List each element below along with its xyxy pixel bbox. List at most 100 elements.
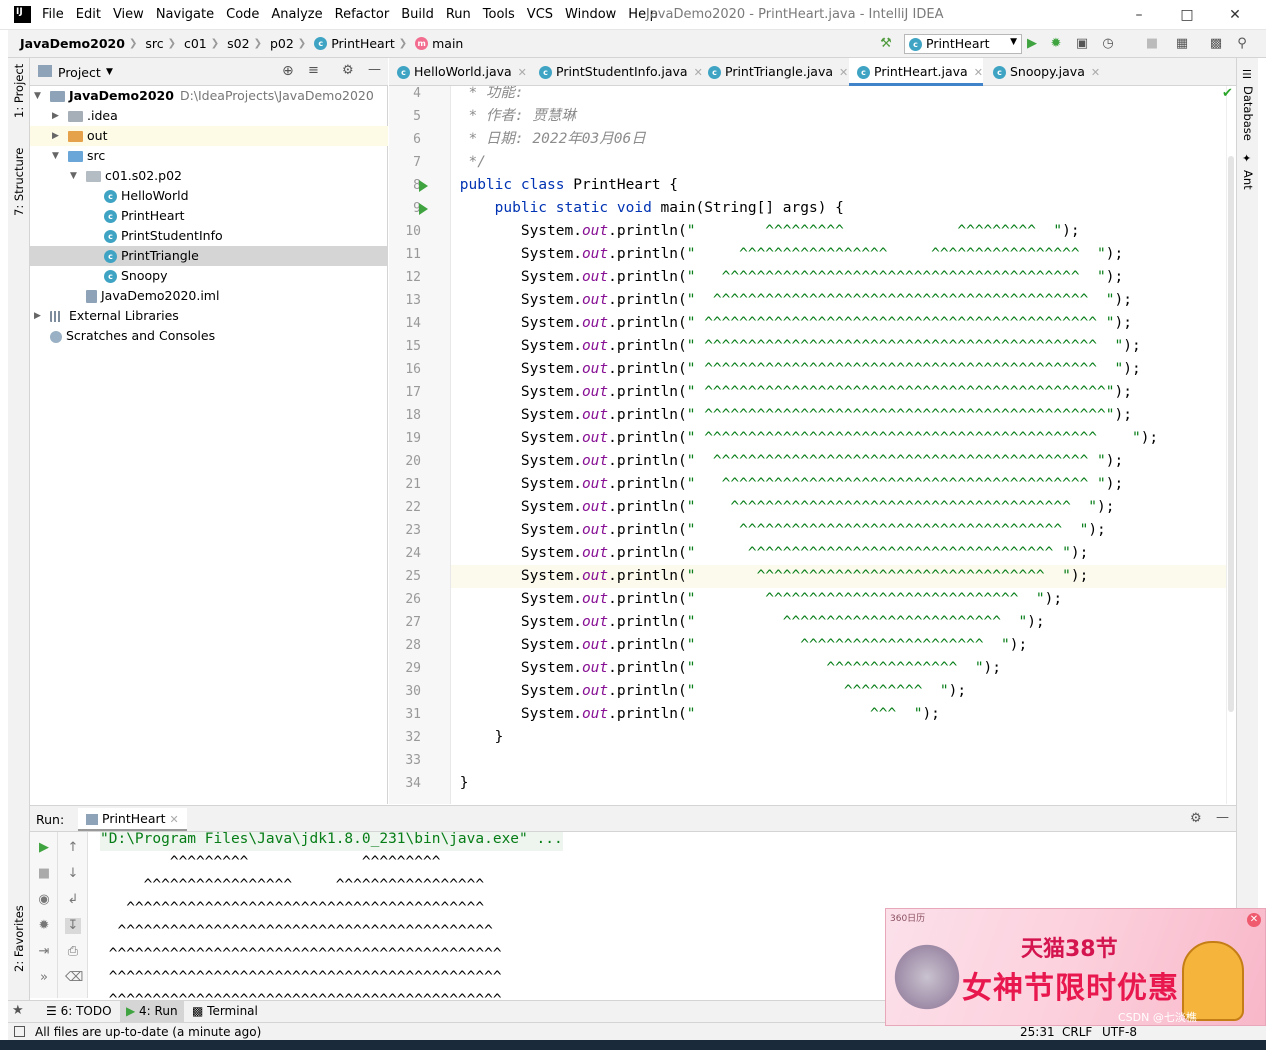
chevron-right-icon[interactable]: ▶ bbox=[34, 306, 41, 326]
menu-build[interactable]: Build bbox=[401, 7, 434, 22]
tree-item-javademo2020[interactable]: ▼ JavaDemo2020 D:\IdeaProjects\JavaDemo202… bbox=[30, 86, 388, 106]
maximize-icon[interactable]: □ bbox=[1164, 4, 1210, 26]
collapse-all-icon[interactable]: ≡ bbox=[308, 63, 319, 78]
tree-item-printstudentinfo[interactable]: c PrintStudentInfo bbox=[30, 226, 388, 246]
tree-item--idea[interactable]: ▶ .idea bbox=[30, 106, 388, 126]
project-panel-title[interactable]: Project bbox=[58, 65, 101, 80]
toggle-tool-windows-icon[interactable] bbox=[14, 1026, 25, 1037]
code-editor[interactable]: * 功能: * 作者: 贾慧琳 * 日期: 2022年03月06日 */ pub… bbox=[451, 86, 1226, 804]
file-encoding[interactable]: UTF-8 bbox=[1102, 1025, 1137, 1039]
tree-item-label: c Snoopy bbox=[104, 266, 167, 286]
tree-item-printtriangle[interactable]: c PrintTriangle bbox=[30, 246, 388, 266]
tree-item-out[interactable]: ▶ out bbox=[30, 126, 388, 146]
tree-item-helloworld[interactable]: c HelloWorld bbox=[30, 186, 388, 206]
chevron-down-icon[interactable]: ▼ bbox=[106, 67, 113, 77]
tree-item-javademo2020-iml[interactable]: JavaDemo2020.iml bbox=[30, 286, 388, 306]
breadcrumb-p02[interactable]: p02 bbox=[270, 36, 294, 51]
tree-item-external-libraries[interactable]: ▶ External Libraries bbox=[30, 306, 388, 326]
editor-tab-snoopy[interactable]: c Snoopy.java ✕ bbox=[985, 58, 1105, 86]
menu-tools[interactable]: Tools bbox=[483, 7, 515, 22]
breadcrumb-s02[interactable]: s02 bbox=[227, 36, 249, 51]
chevron-down-icon[interactable]: ▼ bbox=[34, 86, 41, 106]
gear-icon[interactable]: ⚙ bbox=[1190, 811, 1202, 826]
gear-icon[interactable]: ⚙ bbox=[342, 63, 354, 78]
coverage-icon[interactable]: ▣ bbox=[1074, 36, 1090, 52]
chevron-right-icon[interactable]: ▶ bbox=[52, 106, 59, 126]
tab-structure[interactable]: 7: Structure bbox=[12, 148, 26, 216]
search-icon[interactable]: ⚲ bbox=[1234, 36, 1250, 52]
locate-icon[interactable]: ⊕ bbox=[282, 63, 294, 79]
tree-item-src[interactable]: ▼ src bbox=[30, 146, 388, 166]
tab-run[interactable]: ▶ 4: Run bbox=[120, 1001, 184, 1023]
breadcrumb-project[interactable]: JavaDemo2020 bbox=[20, 36, 125, 51]
close-icon[interactable]: ✕ bbox=[839, 66, 848, 79]
rerun-icon[interactable]: ▶ bbox=[36, 840, 52, 856]
scroll-to-end-icon[interactable]: ↧ bbox=[65, 918, 81, 934]
caret-position[interactable]: 25:31 bbox=[1020, 1025, 1055, 1039]
menu-edit[interactable]: Edit bbox=[76, 7, 101, 22]
editor-tab-printheart[interactable]: c PrintHeart.java ✕ bbox=[849, 58, 983, 86]
close-icon[interactable]: ✕ bbox=[974, 66, 983, 79]
profile-icon[interactable]: ◷ bbox=[1100, 36, 1116, 52]
close-icon[interactable]: ✕ bbox=[1091, 66, 1100, 79]
arrow-up-icon[interactable]: ↑ bbox=[65, 840, 81, 856]
trash-icon[interactable]: ⌫ bbox=[65, 970, 83, 986]
menu-analyze[interactable]: Analyze bbox=[271, 7, 322, 22]
run-icon[interactable]: ▶ bbox=[1024, 36, 1040, 52]
breadcrumb-method[interactable]: main bbox=[432, 36, 463, 51]
minimize-icon[interactable]: – bbox=[1116, 4, 1162, 26]
tab-database[interactable]: Database bbox=[1241, 86, 1255, 141]
tree-item-printheart[interactable]: c PrintHeart bbox=[30, 206, 388, 226]
breadcrumb-class[interactable]: PrintHeart bbox=[331, 36, 395, 51]
breadcrumb-c01[interactable]: c01 bbox=[184, 36, 207, 51]
chevron-down-icon[interactable]: ▼ bbox=[70, 166, 77, 186]
print-icon[interactable]: ⎙ bbox=[65, 944, 81, 960]
build-hammer-icon[interactable]: ⚒ bbox=[878, 36, 894, 52]
menu-navigate[interactable]: Navigate bbox=[156, 7, 214, 22]
debug-settings-icon[interactable]: ✹ bbox=[36, 918, 52, 934]
arrow-down-icon[interactable]: ↓ bbox=[65, 866, 81, 882]
menu-vcs[interactable]: VCS bbox=[527, 7, 553, 22]
close-icon[interactable]: ✕ bbox=[1247, 913, 1261, 927]
stop-icon[interactable]: ■ bbox=[1144, 36, 1160, 52]
chevron-down-icon[interactable]: ▼ bbox=[52, 146, 59, 166]
tree-item-scratches-and-consoles[interactable]: Scratches and Consoles bbox=[30, 326, 388, 346]
menu-code[interactable]: Code bbox=[226, 7, 259, 22]
run-gutter-icon[interactable] bbox=[419, 203, 428, 215]
terminal-icon[interactable]: ▩ bbox=[1208, 36, 1224, 52]
ad-popup[interactable]: 360日历 ✕ 天猫38节 女神节限时优惠 CSDN @七淡樵 bbox=[885, 908, 1266, 1026]
close-icon[interactable]: ✕ bbox=[1212, 4, 1258, 26]
tree-item-c01-s02-p02[interactable]: ▼ c01.s02.p02 bbox=[30, 166, 388, 186]
close-icon[interactable]: ✕ bbox=[170, 813, 179, 826]
hide-icon[interactable]: — bbox=[1216, 810, 1229, 825]
run-tab[interactable]: PrintHeart ✕ bbox=[78, 808, 187, 831]
tree-item-snoopy[interactable]: c Snoopy bbox=[30, 266, 388, 286]
scrollbar-thumb[interactable] bbox=[1228, 156, 1234, 712]
exit-icon[interactable]: ⇥ bbox=[36, 944, 52, 960]
menu-run[interactable]: Run bbox=[446, 7, 471, 22]
editor-tab-printstudentinfo[interactable]: c PrintStudentInfo.java ✕ bbox=[531, 58, 703, 86]
tab-todo[interactable]: ☰ 6: TODO bbox=[46, 1004, 112, 1018]
editor-tab-printtriangle[interactable]: c PrintTriangle.java ✕ bbox=[700, 58, 848, 86]
tab-ant[interactable]: Ant bbox=[1241, 170, 1255, 190]
tab-terminal[interactable]: ▩ Terminal bbox=[192, 1004, 258, 1018]
close-icon[interactable]: ✕ bbox=[518, 66, 527, 79]
project-structure-icon[interactable]: ▦ bbox=[1174, 36, 1190, 52]
chevron-right-icon[interactable]: ▶ bbox=[52, 126, 59, 146]
soft-wrap-icon[interactable]: ↲ bbox=[65, 892, 81, 908]
menu-window[interactable]: Window bbox=[565, 7, 616, 22]
debug-icon[interactable]: ✹ bbox=[1048, 36, 1064, 52]
breadcrumb-src[interactable]: src bbox=[145, 36, 163, 51]
stop-icon[interactable]: ■ bbox=[36, 866, 52, 882]
line-separator[interactable]: CRLF bbox=[1062, 1025, 1092, 1039]
menu-refactor[interactable]: Refactor bbox=[335, 7, 390, 22]
tab-favorites[interactable]: 2: Favorites bbox=[12, 905, 26, 972]
more-icon[interactable]: » bbox=[36, 970, 52, 986]
tab-project[interactable]: 1: Project bbox=[12, 64, 26, 118]
run-configuration-select[interactable]: c PrintHeart ▼ bbox=[904, 34, 1022, 54]
menu-file[interactable]: File bbox=[42, 7, 64, 22]
menu-view[interactable]: View bbox=[113, 7, 144, 22]
camera-icon[interactable]: ◉ bbox=[36, 892, 52, 908]
hide-icon[interactable]: — bbox=[368, 62, 381, 77]
run-gutter-icon[interactable] bbox=[419, 180, 428, 192]
